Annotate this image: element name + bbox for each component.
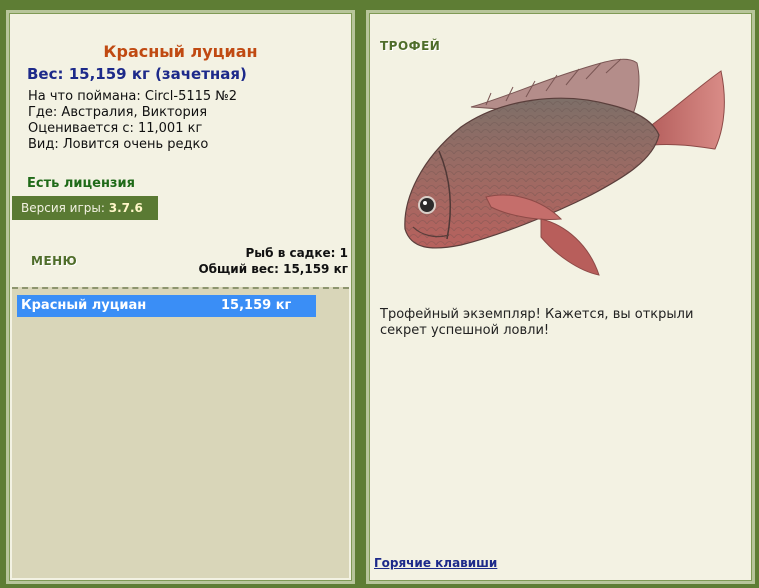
fish-eye (418, 196, 436, 214)
fish-name: Красный луциан (103, 42, 258, 61)
license-status: Есть лицензия (27, 176, 135, 191)
list-item[interactable]: Красный луциан 15,159 кг (17, 295, 316, 317)
trophy-panel: ТРОФЕЙ Трофейный экземпляр! Кажется, вы … (366, 10, 755, 584)
keepnet-stats: Рыб в садке: 1 Общий вес: 15,159 кг (198, 245, 348, 277)
location-line: Где: Австралия, Виктория (28, 105, 208, 120)
keepnet-list: Красный луциан 15,159 кг (12, 287, 349, 578)
fish-count: Рыб в садке: 1 (245, 246, 349, 260)
version-label: Версия игры: (21, 201, 105, 215)
hotkeys-link[interactable]: Горячие клавиши (374, 556, 497, 570)
tail-fin (648, 70, 725, 150)
version-badge: Версия игры: 3.7.6 (12, 196, 158, 220)
menu-button[interactable]: МЕНЮ (31, 254, 77, 268)
fish-image (404, 58, 725, 276)
fish-weight: Вес: 15,159 кг (зачетная) (27, 65, 247, 83)
anal-fin (540, 218, 600, 276)
version-value: 3.7.6 (108, 201, 143, 215)
total-weight: Общий вес: 15,159 кг (198, 262, 348, 276)
caught-on-line: На что поймана: Circl-5115 №2 (28, 89, 238, 104)
catch-info-panel: Красный луциан Вес: 15,159 кг (зачетная)… (6, 10, 355, 584)
rarity-line: Вид: Ловится очень редко (28, 137, 209, 152)
trophy-message: Трофейный экземпляр! Кажется, вы открыли… (380, 307, 694, 338)
list-item-weight: 15,159 кг (221, 298, 292, 313)
valued-from-line: Оценивается с: 11,001 кг (28, 121, 203, 136)
list-item-name: Красный луциан (21, 298, 147, 313)
